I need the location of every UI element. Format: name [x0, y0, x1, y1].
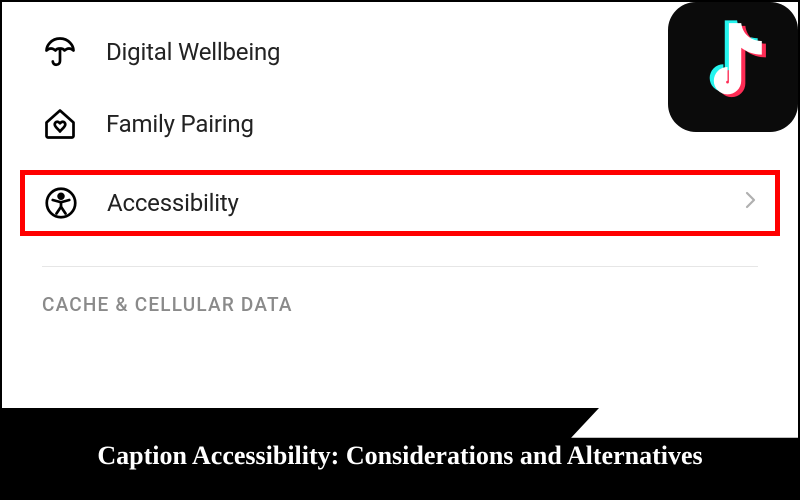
chevron-right-icon — [743, 189, 757, 217]
family-home-icon — [42, 106, 78, 142]
tiktok-logo-icon — [690, 19, 776, 115]
umbrella-icon — [42, 34, 78, 70]
tiktok-app-icon — [668, 2, 798, 132]
settings-label: Digital Wellbeing — [106, 38, 758, 66]
caption-text: Caption Accessibility: Considerations an… — [97, 434, 702, 473]
accessibility-icon — [43, 185, 79, 221]
section-header-cache: CACHE & CELLULAR DATA — [2, 267, 798, 316]
caption-banner: Caption Accessibility: Considerations an… — [2, 408, 798, 498]
settings-row-accessibility[interactable]: Accessibility — [20, 170, 780, 236]
settings-label: Accessibility — [107, 189, 715, 217]
settings-label: Family Pairing — [106, 110, 758, 138]
